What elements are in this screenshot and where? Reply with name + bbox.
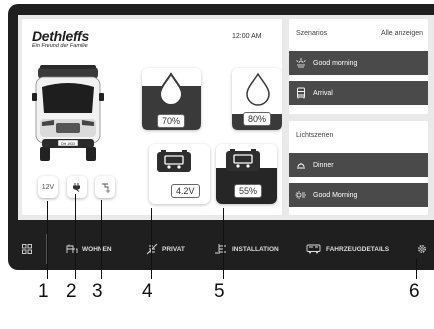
scenarios-title: Szenarios	[296, 30, 328, 37]
light-scene-good-morning[interactable]: Good Morning	[289, 183, 428, 207]
gear-icon	[418, 245, 426, 253]
scenario-label: Arrival	[313, 89, 333, 97]
vehicle-icon	[306, 244, 321, 254]
home-grid-button[interactable]	[22, 230, 36, 268]
arrival-icon	[289, 87, 313, 99]
nav-fahrzeugdetails[interactable]: FAHRZEUGDETAILS	[306, 230, 389, 268]
water-pump-tile[interactable]	[95, 176, 115, 198]
callout-number-6: 6	[409, 281, 420, 302]
living-battery-value: 55%	[234, 184, 263, 198]
scenarios-panel: Szenarios Alle anzeigen Good morning Arr…	[289, 19, 428, 114]
fresh-water-tile[interactable]: 70%	[142, 68, 201, 130]
light-scene-label: Dinner	[313, 161, 334, 169]
scenario-good-morning[interactable]: Good morning	[289, 51, 428, 75]
light-scenes-title: Lichtszenen	[296, 132, 334, 139]
fresh-water-value: 70%	[157, 114, 186, 128]
grey-water-value: 80%	[243, 112, 272, 126]
light-scene-label: Good Morning	[313, 191, 358, 199]
living-icon	[66, 244, 78, 253]
light-scene-dinner[interactable]: Dinner	[289, 153, 428, 177]
nav-label: INSTALLATION	[232, 245, 279, 253]
camper-image: DH 1933	[32, 65, 104, 161]
sun-icon	[289, 190, 313, 200]
grid-icon	[22, 244, 32, 254]
callout-number-1: 1	[38, 281, 49, 302]
callout-line-6	[416, 258, 417, 279]
scenarios-header: Szenarios Alle anzeigen	[289, 19, 428, 47]
callout-line-2	[75, 194, 76, 279]
brand-tagline: Ein Freund der Familie	[32, 43, 88, 49]
scenario-arrival[interactable]: Arrival	[289, 81, 428, 105]
plug-icon	[73, 183, 80, 192]
power-plug-tile[interactable]	[67, 176, 87, 198]
nav-label: FAHRZEUGDETAILS	[326, 245, 390, 253]
dashboard-card: Dethleffs Ein Freund der Familie 12:00 A…	[22, 19, 282, 215]
light-scenes-header: Lichtszenen	[289, 121, 428, 149]
battery-van-icon	[157, 150, 191, 172]
callout-number-2: 2	[66, 281, 77, 302]
voltage-label: 12V	[41, 183, 55, 191]
starter-battery-tile[interactable]: 4.2V	[149, 144, 210, 204]
callout-line-5	[223, 208, 224, 279]
brand-logo: Dethleffs Ein Freund der Familie	[32, 28, 89, 49]
sunrise-icon	[289, 58, 313, 68]
settings-button[interactable]	[416, 230, 432, 268]
brand-name: Dethleffs	[32, 28, 89, 44]
nav-label: PRIVAT	[162, 245, 185, 253]
license-plate: DH 1933	[61, 142, 75, 146]
battery-van-icon	[226, 149, 260, 171]
callout-line-4	[151, 208, 152, 279]
voltage-tile[interactable]: 12V	[38, 176, 58, 198]
light-scenes-panel: Lichtszenen Dinner Good Morning	[289, 121, 428, 215]
privacy-icon	[146, 243, 158, 255]
callout-line-1	[47, 201, 48, 279]
callout-number-5: 5	[214, 281, 225, 302]
living-battery-tile[interactable]: 55%	[216, 144, 277, 204]
callout-number-3: 3	[92, 281, 103, 302]
starter-battery-value: 4.2V	[171, 184, 200, 198]
faucet-icon	[102, 183, 110, 192]
show-all-link[interactable]: Alle anzeigen	[381, 30, 423, 37]
scenario-label: Good morning	[313, 59, 358, 67]
nav-label: WOHNEN	[82, 245, 112, 253]
nav-wohnen[interactable]: WOHNEN	[66, 230, 112, 268]
callout-number-4: 4	[142, 281, 153, 302]
callout-line-3	[101, 200, 102, 279]
clock: 12:00 AM	[232, 33, 262, 40]
grey-water-tile[interactable]: 80%	[232, 68, 282, 130]
dinner-icon	[289, 160, 313, 170]
installation-icon	[215, 244, 226, 254]
bottom-nav: WOHNEN PRIVAT INSTALLATION FAHRZEUGDETAI…	[18, 230, 434, 268]
